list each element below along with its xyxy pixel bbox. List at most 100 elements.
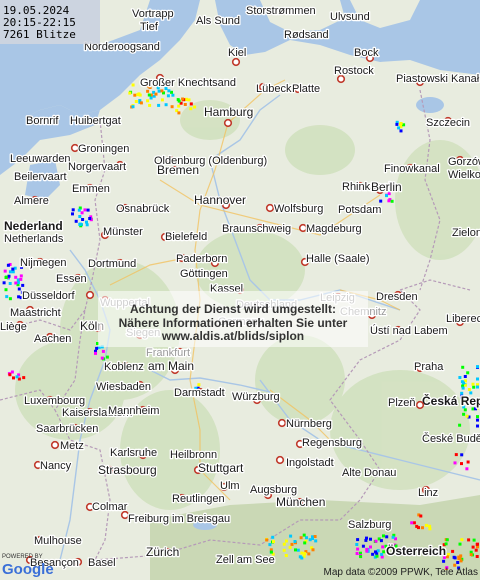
city-label-storstr-mmen: Storstrømmen xyxy=(246,5,316,17)
city-label-aachen: Aachen xyxy=(34,333,71,345)
lightning-strike xyxy=(157,103,161,107)
city-label-ceske-budejovice: České Budějovice xyxy=(422,432,480,445)
lightning-strike xyxy=(476,377,479,381)
lightning-strike xyxy=(300,551,304,555)
powered-by-label: POWERED BY xyxy=(2,554,43,560)
lightning-strike xyxy=(21,283,25,287)
lightning-strike xyxy=(302,533,306,537)
lightning-strike xyxy=(465,414,469,418)
lightning-strike xyxy=(176,98,180,102)
city-marker-plzen[interactable] xyxy=(415,400,425,410)
city-marker-metz[interactable] xyxy=(50,440,60,450)
city-label-zell-am-see: Zell am See xyxy=(216,554,275,566)
city-label-tief: Tief xyxy=(140,21,159,33)
city-label-piastowski-kana: Piastowski Kanał xyxy=(396,73,480,85)
lightning-strike xyxy=(288,545,292,549)
google-logo[interactable]: POWERED BY Google xyxy=(2,554,54,578)
lightning-strike xyxy=(365,536,368,540)
city-label-kiel: Kiel xyxy=(228,47,246,59)
lightning-strike xyxy=(476,418,479,422)
lightning-strike xyxy=(81,218,85,221)
lightning-strike xyxy=(461,365,465,369)
lightning-strike xyxy=(376,549,380,553)
city-marker-wolfsburg[interactable] xyxy=(265,203,275,213)
lightning-strike xyxy=(17,295,21,299)
city-marker-dusseldorf[interactable] xyxy=(85,290,95,300)
lightning-strike xyxy=(284,554,288,557)
lightning-strike xyxy=(85,223,89,227)
lightning-strike xyxy=(95,346,99,350)
city-label-wurzburg: Würzburg xyxy=(232,391,280,403)
lightning-strike xyxy=(298,555,302,559)
city-marker-kiel[interactable] xyxy=(231,57,241,67)
lightning-strike xyxy=(466,460,470,464)
lightning-strike xyxy=(303,552,307,556)
lightning-strike xyxy=(397,126,401,130)
lightning-strike xyxy=(461,386,465,390)
city-label-r-dsand: Rødsand xyxy=(284,29,329,41)
city-label-metz: Metz xyxy=(60,440,84,452)
city-marker-hamburg[interactable] xyxy=(223,118,233,128)
lightning-strike xyxy=(379,199,383,203)
city-label-strasbourg: Strasbourg xyxy=(98,463,157,477)
city-label-colmar: Colmar xyxy=(92,501,128,513)
lightning-strike xyxy=(177,111,181,115)
lightning-strike xyxy=(445,555,449,559)
notice-line-2: Nähere Informationen erhalten Sie unter xyxy=(118,316,348,330)
lightning-strike xyxy=(10,370,14,374)
lightning-strike xyxy=(460,453,464,457)
city-label-gro-er-knechtsand: Großer Knechtsand xyxy=(140,77,236,89)
lightning-strike xyxy=(305,536,308,540)
lightning-strike xyxy=(22,376,26,380)
lightning-strike xyxy=(139,101,143,105)
city-label-wielkop: Wielkop. xyxy=(448,169,480,181)
city-label-essen: Essen xyxy=(56,273,87,285)
city-label-usti-nad-labem: Ústí nad Labem xyxy=(370,324,448,337)
city-label-munster: Münster xyxy=(103,226,143,238)
lightning-strike xyxy=(424,523,428,527)
lightning-strike xyxy=(128,91,132,95)
city-label-karlsruhe: Karlsruhe xyxy=(110,447,157,459)
lightning-strike xyxy=(458,376,462,379)
city-label-wiesbaden: Wiesbaden xyxy=(96,381,151,393)
city-label-ulm: Ulm xyxy=(220,480,240,492)
lightning-strike xyxy=(415,524,419,528)
lightning-strike xyxy=(71,212,74,216)
city-label-szczecin: Szczecin xyxy=(426,117,470,129)
lightning-strike xyxy=(399,122,403,125)
city-label-osnabruck: Osnabrück xyxy=(116,203,170,215)
lightning-strike xyxy=(4,288,8,292)
strike-info-panel: 19.05.2024 20:15-22:15 7261 Blitze xyxy=(0,0,100,44)
lightning-strike xyxy=(11,270,15,274)
lightning-strike xyxy=(265,538,269,542)
city-label-norgervaart: Norgervaart xyxy=(68,161,126,173)
city-label-dortmund: Dortmund xyxy=(88,258,136,270)
lightning-strike xyxy=(385,194,388,198)
city-label-osterreich: Österreich xyxy=(386,543,446,558)
city-marker-ingolstadt[interactable] xyxy=(275,455,285,465)
city-label-bremen: Bremen xyxy=(157,163,199,177)
lightning-strike xyxy=(160,98,164,102)
city-label-nederland: Nederland xyxy=(4,219,63,233)
lightning-strike xyxy=(12,376,15,380)
notice-link[interactable]: www.aldis.at/blids/siplon xyxy=(98,329,368,343)
city-label-luxembourg: Luxembourg xyxy=(24,395,85,407)
lightning-strike xyxy=(355,552,359,555)
city-label-bornrif: Bornrif xyxy=(26,115,59,127)
city-marker-nurnberg[interactable] xyxy=(277,418,287,428)
lightning-strike xyxy=(8,297,12,301)
city-label-potsdam: Potsdam xyxy=(338,204,381,216)
city-label-stuttgart: Stuttgart xyxy=(198,461,244,475)
lightning-strike xyxy=(390,199,394,203)
lightning-strike xyxy=(146,89,150,93)
city-label-am-main: am Main xyxy=(148,359,194,373)
szczecin-lagoon xyxy=(416,97,444,113)
city-label-ingolstadt: Ingolstadt xyxy=(286,457,334,469)
lightning-map[interactable]: VortrappTief Als SundStorstrømmen UlvsundR… xyxy=(0,0,480,580)
lightning-strike xyxy=(177,104,181,108)
lightning-strike xyxy=(399,129,403,133)
lightning-strike xyxy=(458,542,462,546)
lightning-strike xyxy=(19,274,23,278)
lightning-strike xyxy=(391,535,395,539)
city-label-gottingen: Göttingen xyxy=(180,268,228,280)
